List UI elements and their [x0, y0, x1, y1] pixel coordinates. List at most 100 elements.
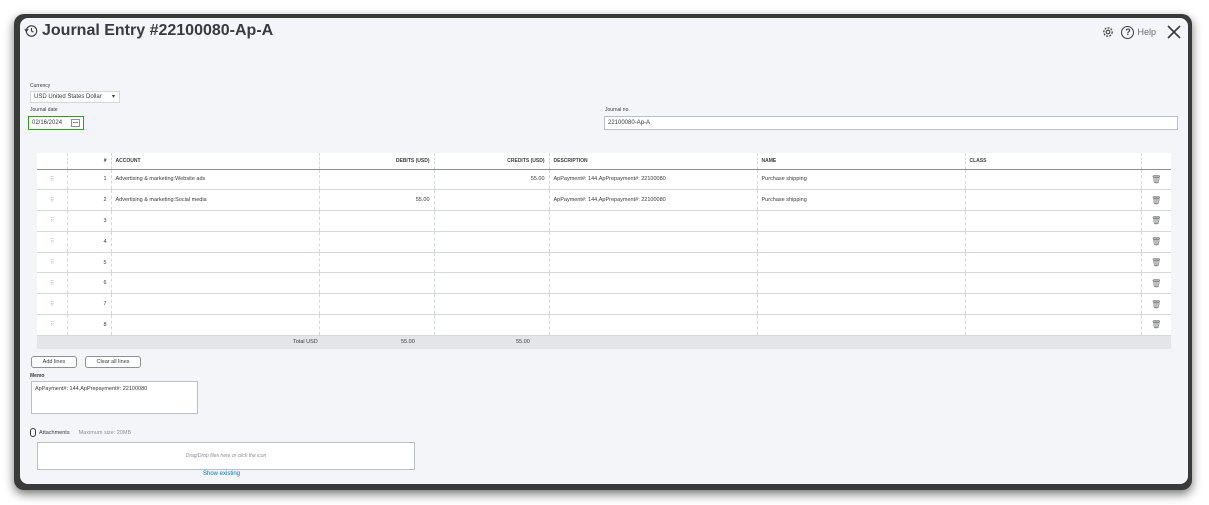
credit-cell[interactable] [434, 314, 550, 336]
trash-icon[interactable]: 🗑 [1141, 189, 1171, 212]
account-cell[interactable] [111, 293, 320, 316]
name-cell[interactable] [757, 314, 966, 336]
description-cell[interactable] [549, 272, 758, 295]
journal-no-value: 22100080-Ap-A [608, 120, 651, 126]
description-cell[interactable] [549, 252, 758, 274]
total-credits: 55.00 [516, 339, 530, 345]
debit-cell[interactable] [319, 293, 435, 316]
debit-cell[interactable] [319, 169, 435, 191]
trash-icon[interactable]: 🗑 [1141, 231, 1171, 253]
table-row[interactable]: ⠿ 7 🗑 [37, 293, 1171, 316]
credit-cell[interactable] [434, 210, 550, 232]
class-cell[interactable] [965, 252, 1142, 274]
memo-field[interactable]: ApPayment#: 144,ApPrepayment#: 22100080 [31, 381, 198, 414]
account-cell[interactable] [111, 210, 320, 232]
trash-icon[interactable]: 🗑 [1141, 252, 1171, 274]
name-cell[interactable] [757, 231, 966, 253]
debit-cell[interactable]: 55.00 [319, 189, 435, 212]
account-cell[interactable] [111, 252, 320, 274]
credit-cell[interactable] [434, 272, 550, 295]
table-header-row: # ACCOUNT DEBITS (USD) CREDITS (USD) DES… [37, 153, 1171, 170]
currency-select[interactable]: USD United States Dollar ▾ [30, 91, 120, 103]
name-cell[interactable] [757, 293, 966, 316]
gear-icon[interactable] [1101, 25, 1115, 39]
calendar-icon[interactable] [71, 119, 80, 127]
description-cell[interactable]: ApPayment#: 144,ApPrepayment#: 22100080 [549, 169, 758, 191]
description-cell[interactable] [549, 293, 758, 316]
row-number: 7 [67, 293, 112, 316]
credit-cell[interactable] [434, 293, 550, 316]
drag-handle-icon[interactable]: ⠿ [37, 293, 68, 316]
account-cell[interactable]: Advertising & marketing:Website ads [111, 169, 320, 191]
account-cell[interactable] [111, 272, 320, 295]
header-debits: DEBITS (USD) [319, 153, 435, 170]
debit-cell[interactable] [319, 314, 435, 336]
clear-all-lines-button[interactable]: Clear all lines [85, 356, 141, 368]
class-cell[interactable] [965, 169, 1142, 191]
class-cell[interactable] [965, 189, 1142, 212]
table-row[interactable]: ⠿ 8 🗑 [37, 314, 1171, 336]
drag-handle-icon[interactable]: ⠿ [37, 272, 68, 295]
trash-icon[interactable]: 🗑 [1141, 293, 1171, 316]
show-existing-link[interactable]: Show existing [203, 471, 240, 477]
trash-icon[interactable]: 🗑 [1141, 169, 1171, 191]
credit-cell[interactable] [434, 189, 550, 212]
table-row[interactable]: ⠿ 1 Advertising & marketing:Website ads 55.… [37, 169, 1171, 191]
table-row[interactable]: ⠿ 4 🗑 [37, 231, 1171, 253]
drag-handle-icon[interactable]: ⠿ [37, 189, 68, 212]
header-class: CLASS [965, 153, 1142, 170]
drag-handle-icon[interactable]: ⠿ [37, 231, 68, 253]
currency-label: Currency [30, 83, 51, 89]
class-cell[interactable] [965, 293, 1142, 316]
paperclip-icon[interactable] [30, 428, 36, 437]
name-cell[interactable]: Purchase shipping [757, 169, 966, 191]
drag-handle-icon[interactable]: ⠿ [37, 169, 68, 191]
table-row[interactable]: ⠿ 2 Advertising & marketing:Social media 55… [37, 189, 1171, 212]
table-row[interactable]: ⠿ 3 🗑 [37, 210, 1171, 232]
credit-cell[interactable] [434, 231, 550, 253]
journal-no-field[interactable]: 22100080-Ap-A [604, 116, 1178, 130]
class-cell[interactable] [965, 272, 1142, 295]
name-cell[interactable] [757, 210, 966, 232]
credit-cell[interactable]: 55.00 [434, 169, 550, 191]
description-cell[interactable] [549, 314, 758, 336]
class-cell[interactable] [965, 314, 1142, 336]
history-icon[interactable] [24, 24, 38, 38]
debit-cell[interactable] [319, 252, 435, 274]
name-cell[interactable]: Purchase shipping [757, 189, 966, 212]
trash-icon[interactable]: 🗑 [1141, 272, 1171, 295]
debit-cell[interactable] [319, 210, 435, 232]
add-lines-button[interactable]: Add lines [31, 356, 77, 368]
header-description: DESCRIPTION [549, 153, 758, 170]
trash-icon[interactable]: 🗑 [1141, 314, 1171, 336]
row-number: 4 [67, 231, 112, 253]
name-cell[interactable] [757, 272, 966, 295]
attachments-label: Attachments [39, 429, 70, 436]
header-account: ACCOUNT [111, 153, 320, 170]
table-row[interactable]: ⠿ 6 🗑 [37, 272, 1171, 295]
name-cell[interactable] [757, 252, 966, 274]
chevron-down-icon: ▾ [111, 94, 115, 100]
close-icon[interactable] [1166, 24, 1182, 40]
class-cell[interactable] [965, 210, 1142, 232]
class-cell[interactable] [965, 231, 1142, 253]
drag-handle-icon[interactable]: ⠿ [37, 210, 68, 232]
drag-handle-icon[interactable]: ⠿ [37, 314, 68, 336]
description-cell[interactable] [549, 210, 758, 232]
credit-cell[interactable] [434, 252, 550, 274]
debit-cell[interactable] [319, 272, 435, 295]
table-row[interactable]: ⠿ 5 🗑 [37, 252, 1171, 274]
account-cell[interactable] [111, 314, 320, 336]
trash-icon[interactable]: 🗑 [1141, 210, 1171, 232]
drag-handle-icon[interactable]: ⠿ [37, 252, 68, 274]
journal-date-label: Journal date [30, 107, 58, 113]
memo-value: ApPayment#: 144,ApPrepayment#: 22100080 [35, 386, 148, 392]
debit-cell[interactable] [319, 231, 435, 253]
journal-date-field[interactable]: 02/16/2024 [28, 116, 84, 130]
help-button[interactable]: ? Help [1121, 25, 1156, 39]
account-cell[interactable]: Advertising & marketing:Social media [111, 189, 320, 212]
description-cell[interactable]: ApPayment#: 144,ApPrepayment#: 22100080 [549, 189, 758, 212]
account-cell[interactable] [111, 231, 320, 253]
attachments-dropzone[interactable]: Drag/Drop files here or click the icon [37, 442, 415, 470]
description-cell[interactable] [549, 231, 758, 253]
